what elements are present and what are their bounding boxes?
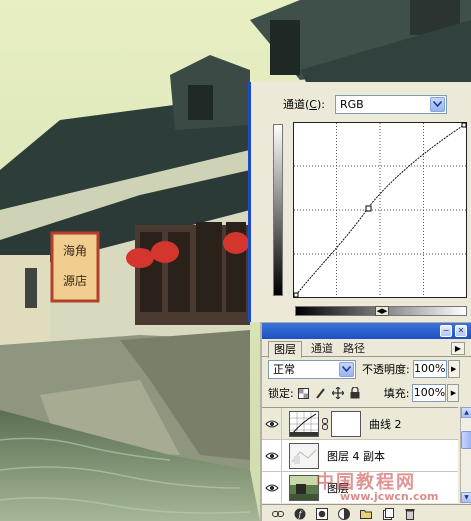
eye-icon[interactable] xyxy=(262,440,282,471)
blend-mode-value: 正常 xyxy=(273,362,295,376)
link-chain-icon[interactable] xyxy=(321,417,329,430)
delete-layer-icon[interactable] xyxy=(404,508,416,520)
shop-sign-text: 海角 xyxy=(63,243,87,258)
blend-row: 正常 不透明度: 100% ▶ xyxy=(268,359,467,379)
tab-layers[interactable]: 图层 xyxy=(268,341,302,358)
panel-menu-icon[interactable]: ▶ xyxy=(451,342,465,355)
curve-point-mid[interactable] xyxy=(365,205,372,212)
scroll-down-icon[interactable]: ▼ xyxy=(461,492,471,503)
lock-move-icon[interactable] xyxy=(331,386,345,400)
layer-name: 曲线 2 xyxy=(369,417,402,431)
channel-value: RGB xyxy=(339,97,364,111)
blend-mode-select[interactable]: 正常 xyxy=(268,359,356,379)
lock-all-icon[interactable] xyxy=(348,386,362,400)
curve-graph[interactable] xyxy=(293,122,467,298)
output-gradient-bar xyxy=(273,124,283,296)
tab-paths[interactable]: 路径 xyxy=(338,341,370,357)
layer-mask-thumbnail[interactable] xyxy=(331,410,361,437)
opacity-field[interactable]: 100% xyxy=(412,360,447,378)
panel-title-bar[interactable]: − ✕ xyxy=(262,323,471,339)
new-layer-icon[interactable] xyxy=(382,507,394,520)
chevron-down-icon[interactable] xyxy=(339,361,354,377)
fill-field[interactable]: 100% xyxy=(412,384,447,402)
opacity-label: 不透明度: xyxy=(362,363,410,376)
eye-icon[interactable] xyxy=(262,408,282,439)
tab-channels[interactable]: 通道 xyxy=(306,341,338,357)
channel-label: 通道(C): xyxy=(283,98,325,111)
watermark-url: www.jcwcn.com xyxy=(340,490,439,503)
curve-point-black[interactable] xyxy=(293,292,299,298)
new-group-icon[interactable] xyxy=(360,508,372,520)
layers-scrollbar[interactable]: ▲ ▼ xyxy=(460,407,471,503)
gradient-toggle-icon[interactable]: ◀▶ xyxy=(375,306,389,316)
panel-tabs: 图层 通道 路径 ▶ xyxy=(262,339,471,358)
layers-bottom-toolbar: f xyxy=(262,504,471,521)
channel-row: 通道(C): RGB xyxy=(283,94,447,114)
lock-label: 锁定: xyxy=(268,387,294,400)
layer-thumbnail xyxy=(289,474,319,501)
layer-row-curves[interactable]: 曲线 2 xyxy=(262,408,458,440)
layer-thumbnail xyxy=(289,442,319,469)
eye-icon[interactable] xyxy=(262,472,282,503)
layer-style-icon[interactable]: f xyxy=(294,508,306,520)
svg-text:源店: 源店 xyxy=(63,274,87,288)
lock-transparency-icon[interactable] xyxy=(297,386,311,400)
chevron-down-icon[interactable] xyxy=(429,96,445,112)
scroll-thumb[interactable] xyxy=(461,431,471,449)
curve-point-white[interactable] xyxy=(461,122,467,128)
minimize-icon[interactable]: − xyxy=(440,325,452,337)
layer-name: 图层 4 副本 xyxy=(327,449,385,463)
curves-thumbnail-icon xyxy=(289,410,319,437)
lock-row: 锁定: 填充: 100% ▶ xyxy=(268,383,467,403)
scroll-up-icon[interactable]: ▲ xyxy=(461,407,471,418)
lock-brush-icon[interactable] xyxy=(314,386,328,400)
add-mask-icon[interactable] xyxy=(316,507,328,520)
channel-select[interactable]: RGB xyxy=(334,94,447,114)
fill-label: 填充: xyxy=(383,387,410,400)
curves-dialog: 通道(C): RGB ◀▶ xyxy=(248,82,471,322)
adjustment-layer-icon[interactable] xyxy=(338,507,350,520)
link-layers-icon[interactable] xyxy=(272,508,284,520)
opacity-arrow-icon[interactable]: ▶ xyxy=(447,360,460,378)
close-icon[interactable]: ✕ xyxy=(455,325,467,337)
fill-arrow-icon[interactable]: ▶ xyxy=(447,384,460,402)
